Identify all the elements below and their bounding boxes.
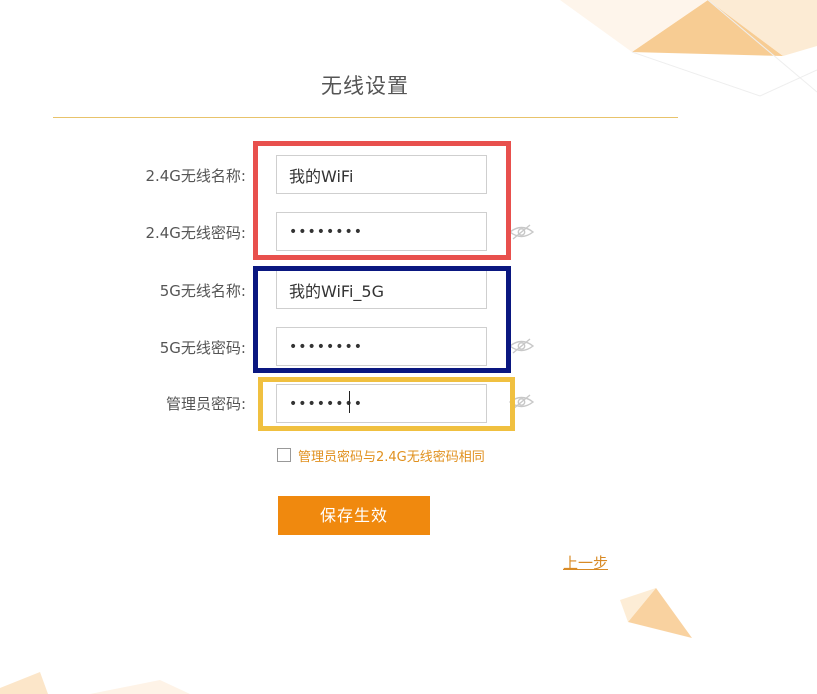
page-title: 无线设置 xyxy=(321,74,409,98)
save-button[interactable]: 保存生效 xyxy=(278,496,430,535)
ssid-24g-input[interactable] xyxy=(276,155,487,194)
password-24g-label: 2.4G无线密码: xyxy=(145,224,246,242)
same-password-label[interactable]: 管理员密码与2.4G无线密码相同 xyxy=(298,446,485,465)
password-5g-input[interactable] xyxy=(276,327,487,366)
eye-slash-icon[interactable] xyxy=(509,224,534,240)
text-caret xyxy=(349,391,350,413)
ssid-5g-input[interactable] xyxy=(276,270,487,309)
password-24g-input[interactable] xyxy=(276,212,487,251)
title-divider xyxy=(53,117,678,118)
password-5g-label: 5G无线密码: xyxy=(159,339,246,357)
admin-password-label: 管理员密码: xyxy=(165,395,246,413)
checkbox-icon[interactable] xyxy=(277,448,291,462)
admin-password-input[interactable] xyxy=(276,384,487,423)
eye-slash-icon[interactable] xyxy=(509,338,534,354)
eye-slash-icon[interactable] xyxy=(509,394,534,410)
same-password-option[interactable]: 管理员密码与2.4G无线密码相同 xyxy=(277,445,485,465)
ssid-5g-label: 5G无线名称: xyxy=(159,282,246,300)
ssid-24g-label: 2.4G无线名称: xyxy=(145,167,246,185)
back-link[interactable]: 上一步 xyxy=(563,552,608,573)
